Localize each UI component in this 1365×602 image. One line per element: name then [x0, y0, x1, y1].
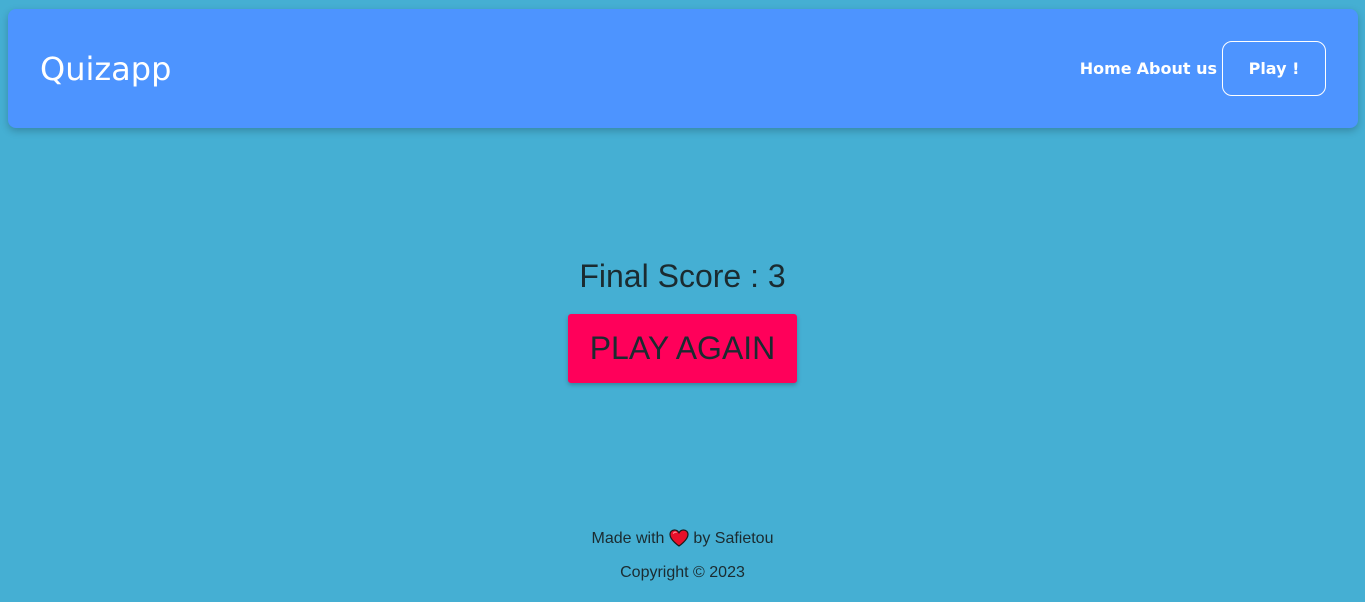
final-score-text: Final Score : 3: [579, 258, 786, 294]
nav-link-about-us[interactable]: About us: [1137, 59, 1217, 78]
by-author-text: by Safietou: [693, 530, 774, 547]
nav-link-home[interactable]: Home: [1080, 59, 1132, 78]
play-button[interactable]: Play !: [1222, 41, 1326, 96]
copyright-text: Copyright © 2023: [620, 564, 745, 581]
made-with-line: Made with by Safietou: [0, 527, 1365, 551]
result-panel: Final Score : 3 PLAY AGAIN: [0, 248, 1365, 383]
footer: Made with by Safietou Copyright © 2023: [0, 527, 1365, 585]
play-again-button[interactable]: PLAY AGAIN: [567, 314, 798, 383]
heart-icon: [669, 529, 690, 547]
navbar: Quizapp Home About us Play !: [8, 9, 1358, 128]
brand-logo[interactable]: Quizapp: [40, 49, 171, 89]
nav-links: Home About us Play !: [1080, 41, 1326, 96]
made-with-text: Made with: [591, 530, 665, 547]
